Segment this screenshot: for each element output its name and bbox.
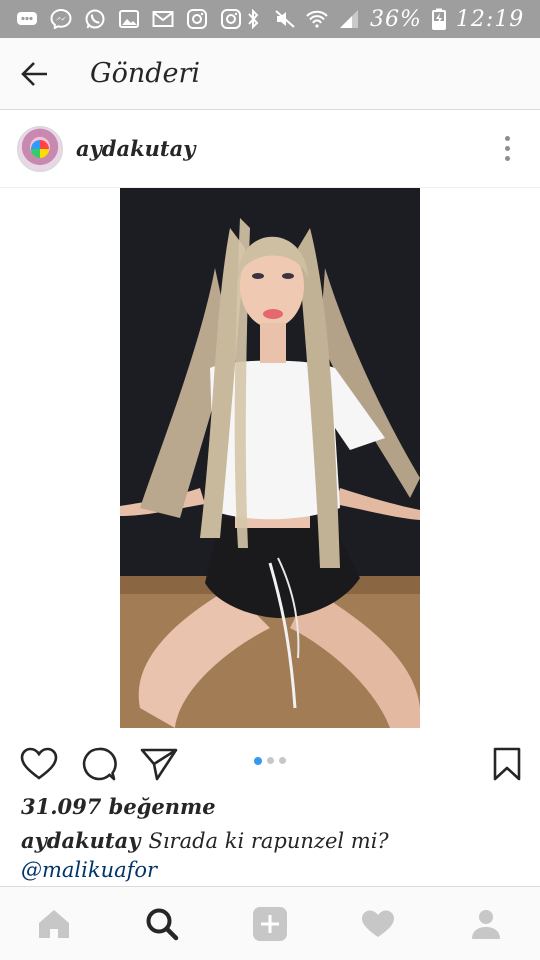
post-header: aydakutay bbox=[0, 110, 540, 188]
nav-home[interactable] bbox=[24, 894, 84, 954]
page-title: Gönderi bbox=[90, 58, 201, 89]
carousel-dot bbox=[279, 757, 286, 764]
bluetooth-icon bbox=[248, 9, 259, 29]
bookmark-icon bbox=[493, 747, 521, 781]
back-button[interactable] bbox=[0, 38, 70, 110]
more-options-button[interactable] bbox=[501, 132, 514, 165]
post-username[interactable]: aydakutay bbox=[76, 136, 195, 161]
nav-add-post[interactable] bbox=[240, 894, 300, 954]
like-count[interactable]: 31.097 beğenme bbox=[21, 794, 216, 819]
caption: aydakutay Sırada ki rapunzel mi? bbox=[21, 828, 389, 853]
wifi-icon bbox=[306, 10, 328, 28]
nav-activity[interactable] bbox=[348, 894, 408, 954]
whatsapp-icon bbox=[85, 9, 105, 29]
battery-charging-icon bbox=[431, 8, 446, 30]
share-button[interactable] bbox=[139, 744, 179, 784]
bottom-navigation bbox=[0, 886, 540, 960]
activity-heart-icon bbox=[362, 910, 394, 937]
home-icon bbox=[39, 909, 69, 938]
instagram-icon bbox=[221, 9, 241, 29]
status-bar: 36% 12:19 bbox=[0, 0, 540, 38]
battery-percent: 36% bbox=[370, 6, 422, 32]
caption-username[interactable]: aydakutay bbox=[21, 828, 140, 853]
email-icon bbox=[152, 11, 174, 27]
more-vertical-icon bbox=[505, 136, 510, 141]
chat-notification-icon bbox=[17, 12, 37, 25]
gallery-icon bbox=[119, 10, 139, 28]
save-button[interactable] bbox=[487, 744, 527, 784]
arrow-left-icon bbox=[21, 61, 47, 86]
carousel-dot bbox=[267, 757, 274, 764]
carousel-dot-active bbox=[254, 757, 262, 765]
signal-icon bbox=[340, 10, 358, 28]
post-photo[interactable] bbox=[120, 188, 420, 728]
notification-icons bbox=[16, 9, 242, 29]
like-button[interactable] bbox=[19, 744, 59, 784]
mute-icon bbox=[275, 10, 295, 28]
caption-mention[interactable]: @malikuafor bbox=[21, 858, 157, 882]
app-bar: Gönderi bbox=[0, 38, 540, 110]
caption-text: Sırada ki rapunzel mi? bbox=[148, 829, 389, 853]
heart-icon bbox=[20, 747, 58, 780]
messenger-icon bbox=[50, 9, 72, 29]
carousel-indicator bbox=[254, 757, 286, 765]
post-photo-illustration bbox=[120, 218, 420, 728]
profile-icon bbox=[472, 909, 500, 939]
send-icon bbox=[140, 748, 178, 781]
add-post-icon bbox=[253, 906, 287, 941]
instagram-icon bbox=[187, 9, 207, 29]
nav-profile[interactable] bbox=[456, 894, 516, 954]
search-icon bbox=[146, 908, 179, 940]
comment-icon bbox=[82, 747, 117, 781]
avatar[interactable] bbox=[17, 125, 63, 172]
comment-button[interactable] bbox=[79, 744, 119, 784]
clock: 12:19 bbox=[455, 6, 525, 32]
nav-search[interactable] bbox=[132, 894, 192, 954]
